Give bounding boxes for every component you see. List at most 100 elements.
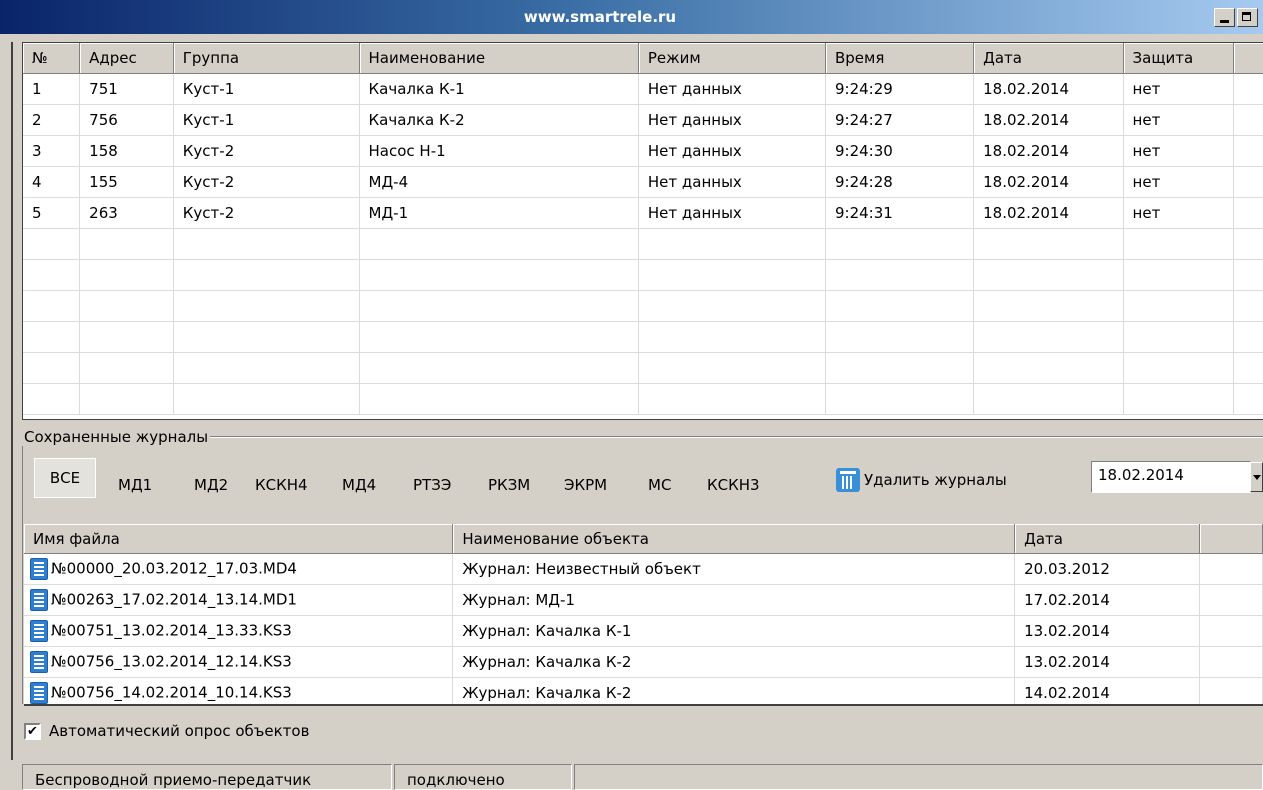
table-cell: 3 xyxy=(23,135,81,167)
table-cell: МД-4 xyxy=(359,166,639,198)
empty-cell xyxy=(359,383,639,415)
auto-poll-label: Автоматический опрос объектов xyxy=(49,722,310,740)
column-header[interactable]: Режим xyxy=(638,43,826,74)
objects-grid: № Адрес Группа Наименование Режим Время Дата За… xyxy=(23,43,1263,415)
empty-cell xyxy=(825,259,975,291)
filter-kskn4-button[interactable]: КСКН4 xyxy=(255,476,308,494)
objects-table[interactable]: № Адрес Группа Наименование Режим Время Дата За… xyxy=(22,42,1263,420)
table-cell-filler xyxy=(1199,553,1263,585)
filter-rkzm-button[interactable]: РКЗМ xyxy=(488,476,530,494)
filter-md4-button[interactable]: МД4 xyxy=(342,476,376,494)
table-cell: Нет данных xyxy=(638,197,826,229)
log-date-cell: 17.02.2014 xyxy=(1014,584,1201,616)
log-row[interactable]: №00263_17.02.2014_13.14.MD1 Журнал: МД-1 1… xyxy=(24,584,1263,616)
column-header[interactable]: № xyxy=(23,43,81,74)
empty-cell xyxy=(638,228,826,260)
status-connection: подключено xyxy=(394,764,572,790)
logs-grid: Имя файла Наименование объекта Дата №00000… xyxy=(24,524,1263,704)
filter-ekrm-button[interactable]: ЭКРМ xyxy=(564,476,607,494)
empty-cell xyxy=(825,352,975,384)
table-cell: Нет данных xyxy=(638,104,826,136)
log-date-cell: 13.02.2014 xyxy=(1014,615,1201,647)
table-cell: 5 xyxy=(23,197,81,229)
empty-cell xyxy=(973,383,1124,415)
column-header[interactable]: Защита xyxy=(1123,43,1235,74)
table-cell: 756 xyxy=(79,104,174,136)
logs-table[interactable]: Имя файла Наименование объекта Дата №00000… xyxy=(24,524,1263,706)
document-icon xyxy=(30,682,48,704)
column-header[interactable]: Группа xyxy=(173,43,360,74)
auto-poll-checkbox[interactable]: ✔ Автоматический опрос объектов xyxy=(24,722,309,740)
filter-ms-button[interactable]: МС xyxy=(648,476,671,494)
file-name-cell: №00000_20.03.2012_17.03.MD4 xyxy=(24,553,454,585)
minimize-button[interactable] xyxy=(1214,8,1235,27)
table-row[interactable]: 5 263 Куст-2 МД-1 Нет данных 9:24:31 18.02.201… xyxy=(23,197,1263,229)
document-icon xyxy=(30,558,48,580)
filter-all-button[interactable]: ВСЕ xyxy=(34,458,96,498)
table-cell: Качалка К-2 xyxy=(359,104,639,136)
left-divider xyxy=(11,42,13,760)
log-row[interactable]: №00756_14.02.2014_10.14.KS3 Журнал: Качал… xyxy=(24,677,1263,704)
column-header[interactable]: Дата xyxy=(973,43,1124,74)
filter-md2-button[interactable]: МД2 xyxy=(194,476,228,494)
filter-kskn3-button[interactable]: КСКН3 xyxy=(707,476,760,494)
empty-cell xyxy=(973,352,1124,384)
empty-cell xyxy=(173,352,360,384)
column-header[interactable]: Наименование xyxy=(359,43,639,74)
table-row[interactable]: 4 155 Куст-2 МД-4 Нет данных 9:24:28 18.02.201… xyxy=(23,166,1263,198)
log-row[interactable]: №00756_13.02.2014_12.14.KS3 Журнал: Качал… xyxy=(24,646,1263,678)
empty-cell xyxy=(173,321,360,353)
status-bar: Беспроводной приемо-передатчик подключен… xyxy=(22,762,1263,790)
empty-cell xyxy=(23,228,81,260)
filter-md1-button[interactable]: МД1 xyxy=(118,476,152,494)
table-cell: Куст-1 xyxy=(173,104,360,136)
column-header[interactable]: Время xyxy=(825,43,975,74)
empty-cell xyxy=(1233,321,1263,353)
log-row[interactable]: №00000_20.03.2012_17.03.MD4 Журнал: Неизв… xyxy=(24,553,1263,585)
table-row[interactable]: 3 158 Куст-2 Насос Н-1 Нет данных 9:24:30 18.0… xyxy=(23,135,1263,167)
empty-cell xyxy=(173,259,360,291)
empty-cell xyxy=(1123,352,1235,384)
log-date-cell: 13.02.2014 xyxy=(1014,646,1201,678)
object-name-cell: Журнал: Качалка К-2 xyxy=(452,646,1016,678)
table-row[interactable]: 1 751 Куст-1 Качалка К-1 Нет данных 9:24:29 18… xyxy=(23,73,1263,105)
column-header[interactable]: Наименование объекта xyxy=(452,524,1016,554)
delete-logs-button[interactable]: Удалить журналы xyxy=(836,468,1007,492)
table-cell: 18.02.2014 xyxy=(973,166,1124,198)
table-cell-filler xyxy=(1199,584,1263,616)
table-cell: Нет данных xyxy=(638,166,826,198)
column-header-filler xyxy=(1233,43,1263,74)
empty-cell xyxy=(79,383,174,415)
check-icon: ✔ xyxy=(24,722,41,740)
column-header[interactable]: Дата xyxy=(1014,524,1201,554)
table-cell: 18.02.2014 xyxy=(973,104,1124,136)
empty-cell xyxy=(638,383,826,415)
date-picker-input[interactable]: 18.02.2014 xyxy=(1091,461,1251,493)
table-cell: Куст-2 xyxy=(173,166,360,198)
table-cell: МД-1 xyxy=(359,197,639,229)
file-name-cell: №00751_13.02.2014_13.33.KS3 xyxy=(24,615,454,647)
empty-row xyxy=(23,321,1263,353)
table-cell: 2 xyxy=(23,104,81,136)
empty-cell xyxy=(1233,383,1263,415)
log-row[interactable]: №00751_13.02.2014_13.33.KS3 Журнал: Качал… xyxy=(24,615,1263,647)
table-row[interactable]: 2 756 Куст-1 Качалка К-2 Нет данных 9:24:27 18… xyxy=(23,104,1263,136)
table-cell-filler xyxy=(1233,104,1263,136)
empty-cell xyxy=(23,321,81,353)
group-frame-left xyxy=(22,436,23,704)
maximize-button[interactable] xyxy=(1237,8,1258,27)
title-bar: www.smartrele.ru xyxy=(0,0,1263,34)
filter-rtze-button[interactable]: РТЗЭ xyxy=(413,476,451,494)
log-date-cell: 14.02.2014 xyxy=(1014,677,1201,704)
delete-logs-label: Удалить журналы xyxy=(864,471,1007,489)
empty-cell xyxy=(638,259,826,291)
empty-cell xyxy=(973,259,1124,291)
table-cell: 18.02.2014 xyxy=(973,197,1124,229)
table-cell: нет xyxy=(1123,104,1235,136)
empty-cell xyxy=(973,228,1124,260)
object-name-cell: Журнал: Неизвестный объект xyxy=(452,553,1016,585)
column-header[interactable]: Адрес xyxy=(79,43,174,74)
chevron-down-icon[interactable] xyxy=(1250,462,1263,492)
empty-cell xyxy=(1123,321,1235,353)
column-header[interactable]: Имя файла xyxy=(24,524,454,554)
